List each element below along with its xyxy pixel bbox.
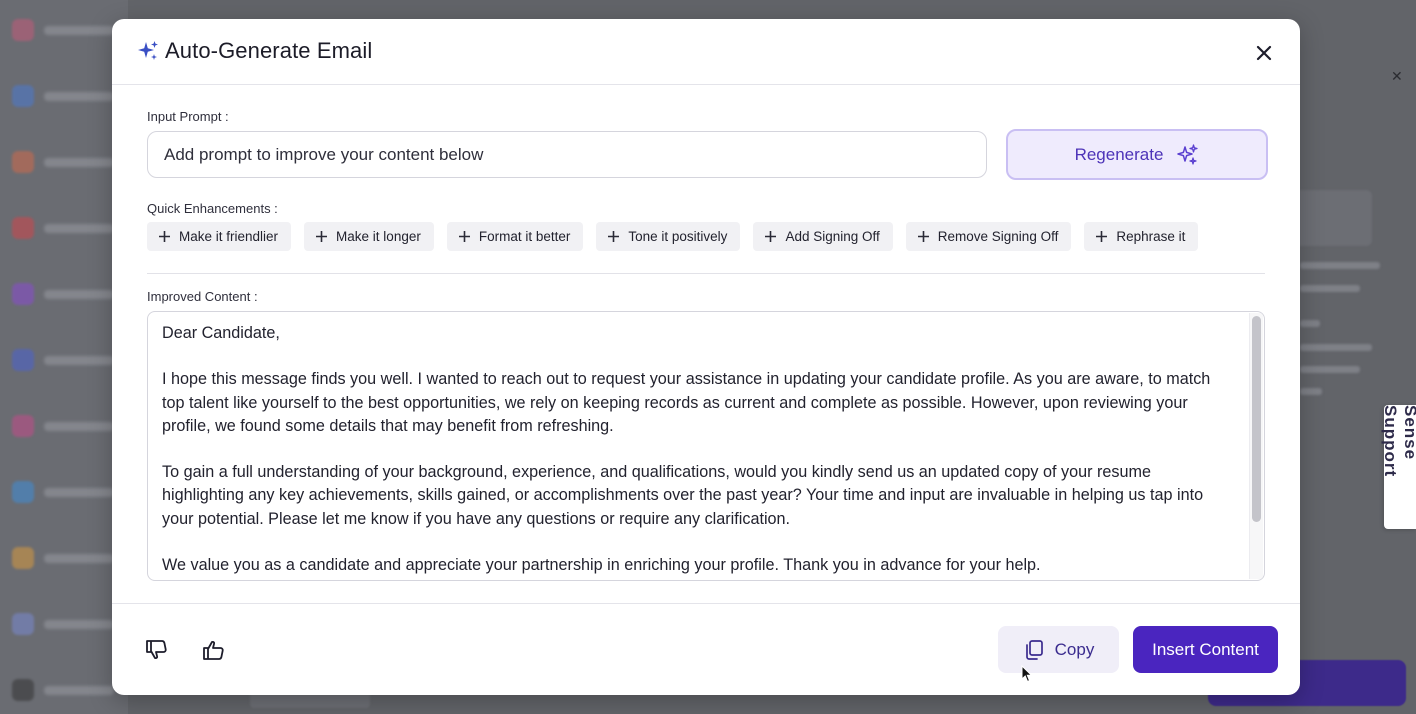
thumbs-up-icon xyxy=(203,640,224,660)
email-greeting: Dear Candidate, xyxy=(162,324,280,342)
modal-header: Auto-Generate Email xyxy=(112,19,1300,85)
improved-content-textarea[interactable]: Dear Candidate, I hope this message find… xyxy=(147,311,1265,581)
improved-content-label: Improved Content : xyxy=(147,289,258,304)
thumbs-down-icon xyxy=(146,640,167,660)
plus-icon xyxy=(159,231,170,242)
enhancement-chip[interactable]: Format it better xyxy=(446,222,584,251)
plus-icon xyxy=(316,231,328,242)
plus-icon xyxy=(458,231,470,242)
regenerate-button[interactable]: Regenerate xyxy=(1006,129,1268,180)
background-line xyxy=(1300,285,1360,292)
email-paragraph: To gain a full understanding of your bac… xyxy=(162,463,1204,528)
enhancement-chip-label: Remove Signing Off xyxy=(937,229,1059,244)
background-nav-item xyxy=(12,544,122,572)
sparkle-icon xyxy=(1177,143,1199,165)
plus-icon xyxy=(917,231,929,242)
background-nav-item xyxy=(12,148,122,176)
email-paragraph: I hope this message finds you well. I wa… xyxy=(162,370,1211,435)
background-line xyxy=(1300,344,1372,351)
section-divider xyxy=(147,273,1265,274)
background-line xyxy=(1300,262,1380,269)
enhancement-chip-label: Format it better xyxy=(478,229,571,244)
prompt-input[interactable] xyxy=(147,131,987,178)
close-icon xyxy=(1256,45,1272,61)
enhancement-chip[interactable]: Rephrase it xyxy=(1084,222,1199,251)
enhancement-chip-label: Add Signing Off xyxy=(785,229,880,244)
background-nav-item xyxy=(12,610,122,638)
scrollbar-thumb[interactable] xyxy=(1252,316,1261,522)
background-line xyxy=(1300,366,1360,373)
enhancement-chip-label: Rephrase it xyxy=(1116,229,1186,244)
background-nav-item xyxy=(12,214,122,242)
quick-enhancements-label: Quick Enhancements : xyxy=(147,201,278,216)
background-nav-item xyxy=(12,346,122,374)
modal-title: Auto-Generate Email xyxy=(165,38,373,63)
background-nav-item xyxy=(12,16,122,44)
plus-icon xyxy=(1096,231,1108,242)
background-close-icon: ✕ xyxy=(1391,68,1403,84)
input-prompt-label: Input Prompt : xyxy=(147,109,229,124)
thumbs-down-button[interactable] xyxy=(141,634,173,666)
plus-icon xyxy=(608,231,620,242)
enhancement-chip[interactable]: Make it longer xyxy=(304,222,434,251)
copy-icon xyxy=(1025,639,1043,660)
background-nav-item xyxy=(12,82,122,110)
close-button[interactable] xyxy=(1250,39,1278,67)
background-sidebar xyxy=(0,0,128,714)
background-nav-item xyxy=(12,280,122,308)
improved-content-text: Dear Candidate, I hope this message find… xyxy=(162,322,1232,580)
insert-content-button[interactable]: Insert Content xyxy=(1133,626,1278,673)
background-nav-item xyxy=(12,478,122,506)
sparkle-icon xyxy=(138,41,158,60)
mouse-cursor-icon xyxy=(1021,665,1033,683)
thumbs-up-button[interactable] xyxy=(198,634,230,666)
sense-support-tab[interactable]: Sense Support xyxy=(1381,405,1416,529)
quick-enhancements-list: Make it friendlier Make it longer Format… xyxy=(147,222,1199,251)
background-nav-item xyxy=(12,412,122,440)
email-paragraph: We value you as a candidate and apprecia… xyxy=(162,555,1041,574)
enhancement-chip-label: Make it friendlier xyxy=(179,229,279,244)
enhancement-chip[interactable]: Make it friendlier xyxy=(147,222,292,251)
modal-footer: Copy Insert Content xyxy=(112,603,1300,695)
background-nav-item xyxy=(12,676,122,704)
copy-button[interactable]: Copy xyxy=(998,626,1119,673)
enhancement-chip-label: Make it longer xyxy=(336,229,421,244)
auto-generate-email-modal: Auto-Generate Email Input Prompt : Regen… xyxy=(112,19,1300,695)
enhancement-chip[interactable]: Add Signing Off xyxy=(753,222,893,251)
copy-label: Copy xyxy=(1054,639,1095,659)
background-line xyxy=(1300,320,1320,327)
plus-icon xyxy=(765,231,777,242)
enhancement-chip-label: Tone it positively xyxy=(628,229,728,244)
enhancement-chip[interactable]: Tone it positively xyxy=(596,222,741,251)
enhancement-chip[interactable]: Remove Signing Off xyxy=(905,222,1072,251)
regenerate-label: Regenerate xyxy=(1074,144,1164,164)
sense-support-label: Sense Support xyxy=(1381,405,1416,478)
insert-content-label: Insert Content xyxy=(1152,639,1259,659)
background-line xyxy=(1300,388,1322,395)
